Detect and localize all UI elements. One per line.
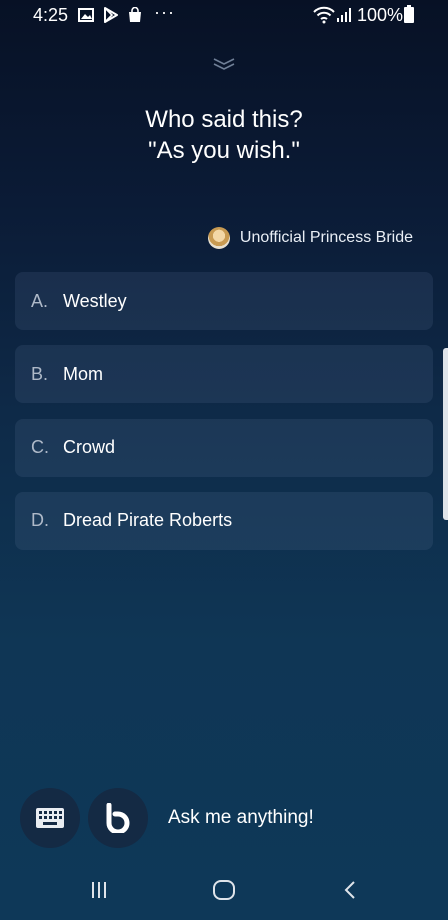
more-notifications-icon: ··· <box>154 2 175 22</box>
battery-percent: 100% <box>357 5 404 25</box>
play-store-icon <box>104 7 118 23</box>
question-title: Who said this? <box>145 106 303 133</box>
quiz-source[interactable]: Unofficial Princess Bride <box>207 226 413 250</box>
home-button[interactable] <box>210 876 238 904</box>
answer-option-c[interactable]: C. Crowd <box>15 418 433 477</box>
back-button[interactable] <box>336 876 364 904</box>
edge-panel-handle[interactable] <box>443 348 448 520</box>
back-icon <box>344 881 355 899</box>
answer-letter: C. <box>31 437 49 458</box>
bixby-icon <box>106 803 130 833</box>
bixby-voice-button[interactable] <box>88 788 148 848</box>
keyboard-icon <box>36 808 64 828</box>
wifi-icon <box>313 6 335 24</box>
answer-text: Westley <box>63 290 127 311</box>
signal-icon <box>337 8 351 22</box>
answer-text: Dread Pirate Roberts <box>63 510 233 531</box>
source-avatar <box>207 227 230 249</box>
answer-option-d[interactable]: D. Dread Pirate Roberts <box>15 491 433 550</box>
answer-letter: B. <box>31 363 49 384</box>
input-bar: Ask me anything! <box>0 788 448 850</box>
ask-prompt[interactable]: Ask me anything! <box>168 807 314 829</box>
battery-icon <box>404 5 414 23</box>
quiz-question: Who said this? "As you wish." <box>0 104 448 166</box>
shopping-bag-icon <box>129 7 141 22</box>
answer-option-a[interactable]: A. Westley <box>15 272 433 330</box>
keyboard-button[interactable] <box>20 788 80 848</box>
status-time: 4:25 <box>33 5 69 25</box>
answer-option-b[interactable]: B. Mom <box>15 345 433 404</box>
answer-letter: D. <box>31 510 49 531</box>
answer-letter: A. <box>31 290 49 311</box>
source-label: Unofficial Princess Bride <box>239 229 413 246</box>
question-quote: "As you wish." <box>148 137 300 164</box>
home-icon <box>213 880 235 900</box>
navigation-bar <box>0 868 448 910</box>
status-bar: 4:25 ··· 100% <box>0 0 448 32</box>
recent-apps-button[interactable] <box>85 876 113 904</box>
answer-text: Crowd <box>63 437 116 458</box>
answer-text: Mom <box>63 363 103 384</box>
collapse-chevron-icon[interactable] <box>212 56 236 72</box>
answer-list: A. Westley B. Mom C. Crowd D. Dread Pira… <box>15 272 433 565</box>
gallery-icon <box>78 8 94 22</box>
recent-apps-icon <box>92 882 106 898</box>
